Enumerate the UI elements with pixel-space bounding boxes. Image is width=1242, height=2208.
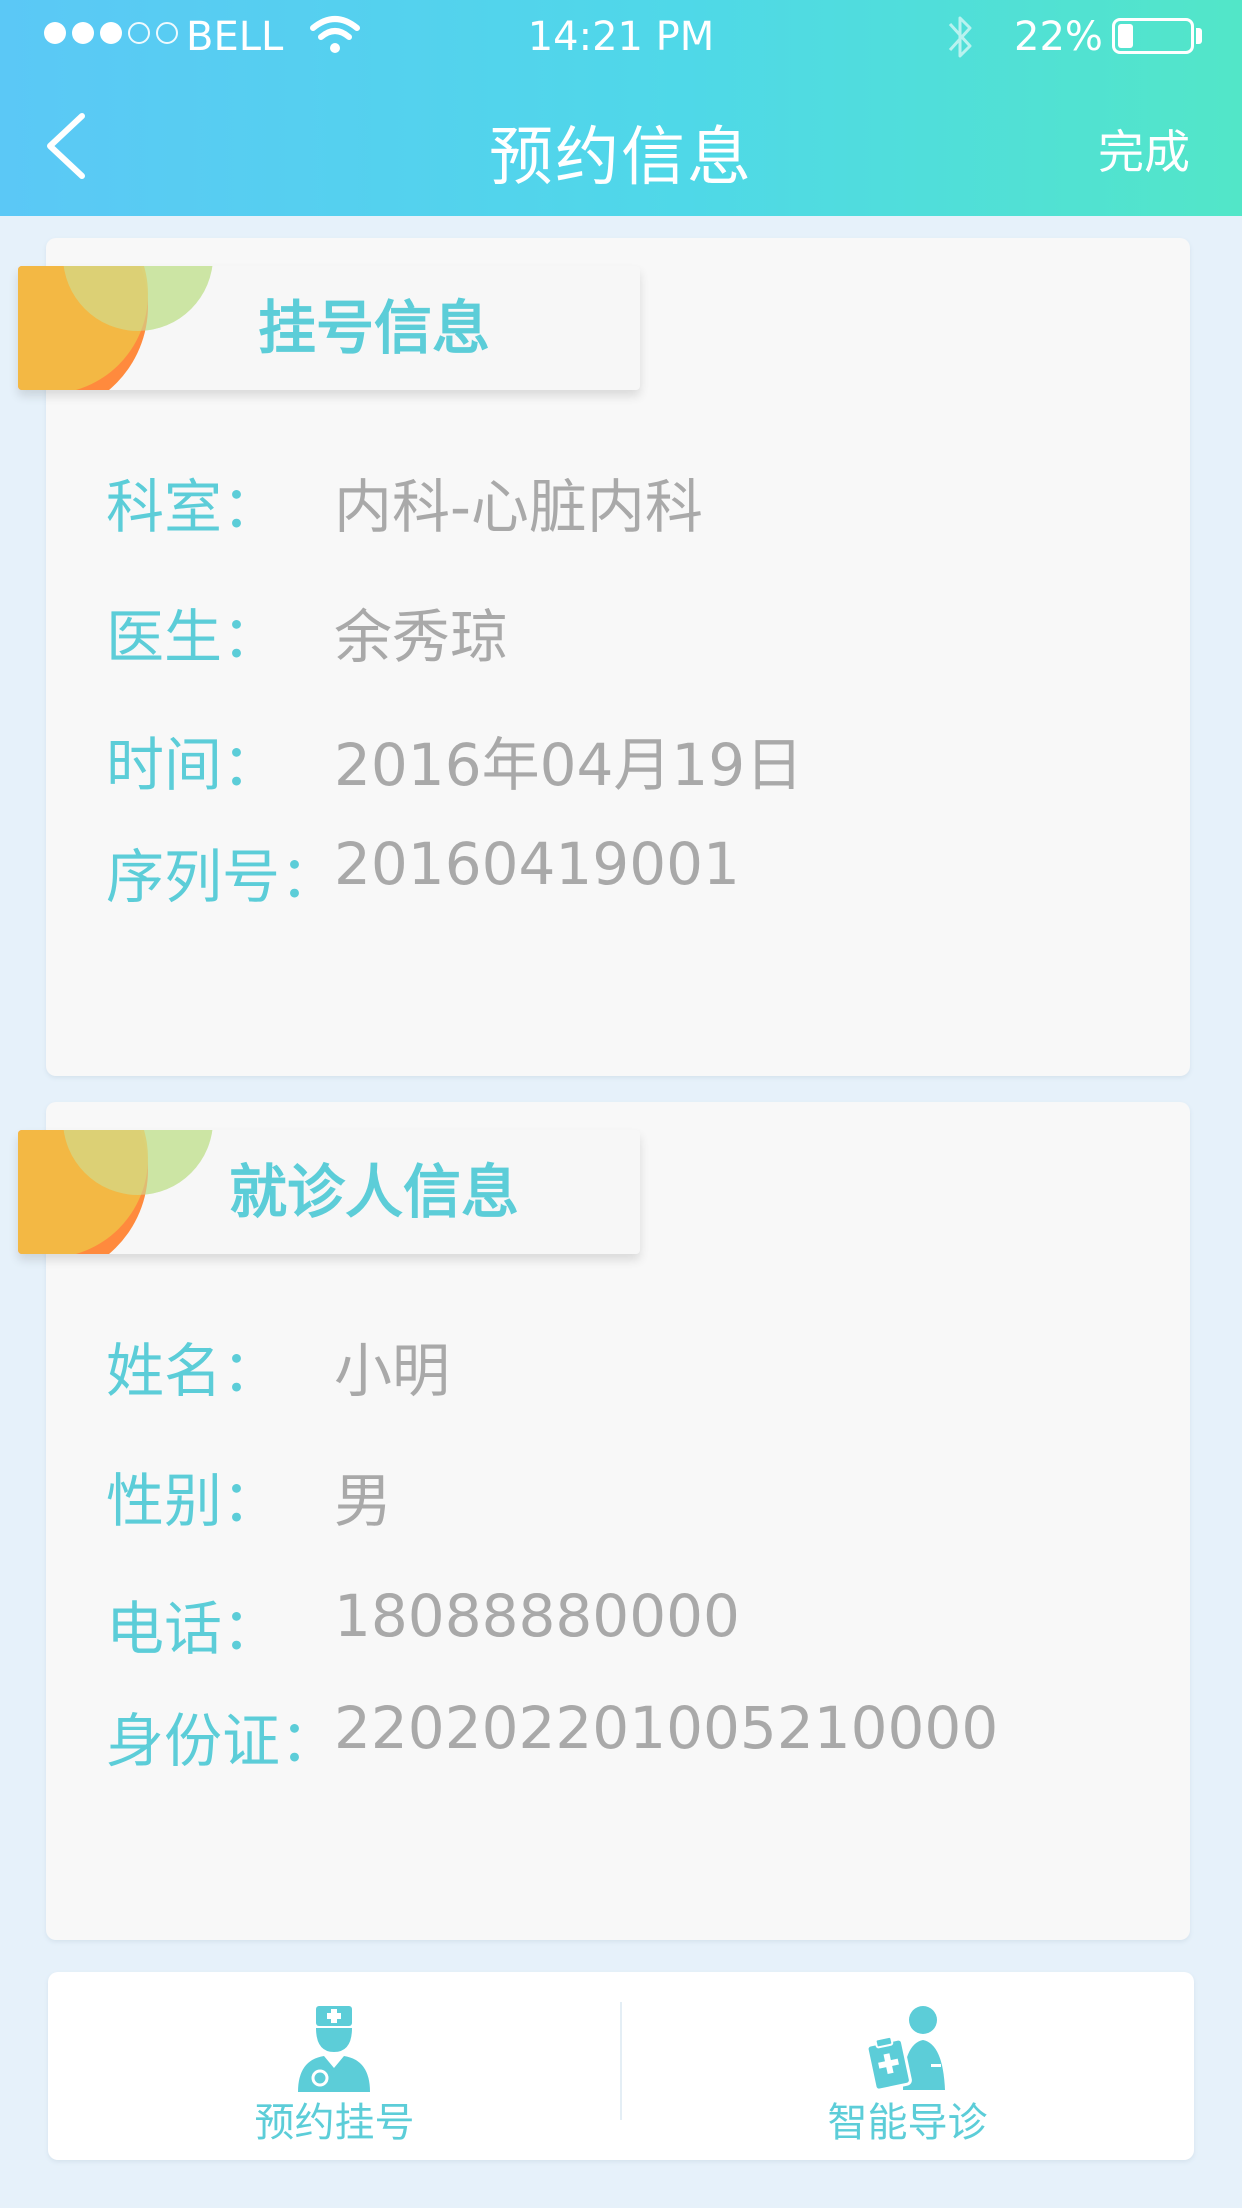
dept-label: 科室：	[106, 473, 281, 541]
status-bar: BELL 14:21 PM 22%	[0, 0, 1242, 76]
serial-value: 20160419001	[334, 830, 740, 898]
phone-label: 电话：	[106, 1595, 281, 1663]
dept-value: 内科-心脏内科	[334, 473, 703, 541]
time-value: 2016年04月19日	[334, 731, 804, 799]
register-info-title: 挂号信息	[257, 294, 490, 362]
name-value: 小明	[334, 1337, 451, 1405]
serial-label: 序列号：	[106, 843, 339, 911]
nav-bar: 预约信息 完成	[0, 76, 1242, 216]
patient-info-tab: 就诊人信息	[18, 1130, 640, 1254]
done-button[interactable]: 完成	[1098, 116, 1190, 182]
register-info-card: 挂号信息 科室： 内科-心脏内科 医生： 余秀琼 时间： 2016年04月19日…	[18, 238, 1190, 1076]
book-appointment-button[interactable]: 预约挂号	[48, 1972, 621, 2160]
bottom-bar: 预约挂号 智能导诊	[48, 1972, 1194, 2160]
header: BELL 14:21 PM 22% 预约信息 完成	[0, 0, 1242, 216]
phone-value: 18088880000	[334, 1582, 740, 1650]
patient-info-title: 就诊人信息	[228, 1158, 519, 1226]
smart-guide-button[interactable]: 智能导诊	[621, 1972, 1194, 2160]
smart-guide-label: 智能导诊	[827, 2100, 988, 2146]
gender-label: 性别：	[106, 1467, 281, 1535]
doctor-label: 医生：	[106, 603, 281, 671]
battery-percent: 22%	[1014, 14, 1103, 60]
battery-tip	[1196, 28, 1202, 44]
doctor-icon	[298, 2006, 370, 2092]
patient-info-card: 就诊人信息 姓名： 小明 性别： 男 电话： 18088880000 身份证： …	[18, 1102, 1190, 1940]
book-appointment-label: 预约挂号	[254, 2100, 415, 2146]
doctor-value: 余秀琼	[334, 603, 509, 671]
id-card-value: 220202201005210000	[334, 1694, 999, 1762]
register-info-tab: 挂号信息	[18, 266, 640, 390]
battery-icon	[1112, 18, 1194, 54]
name-label: 姓名：	[106, 1337, 281, 1405]
guide-icon	[865, 2006, 945, 2092]
gender-value: 男	[334, 1467, 393, 1535]
time-label: 时间：	[106, 731, 281, 799]
page-title: 预约信息	[489, 121, 753, 195]
bluetooth-icon	[948, 16, 972, 58]
id-card-label: 身份证：	[106, 1707, 339, 1775]
